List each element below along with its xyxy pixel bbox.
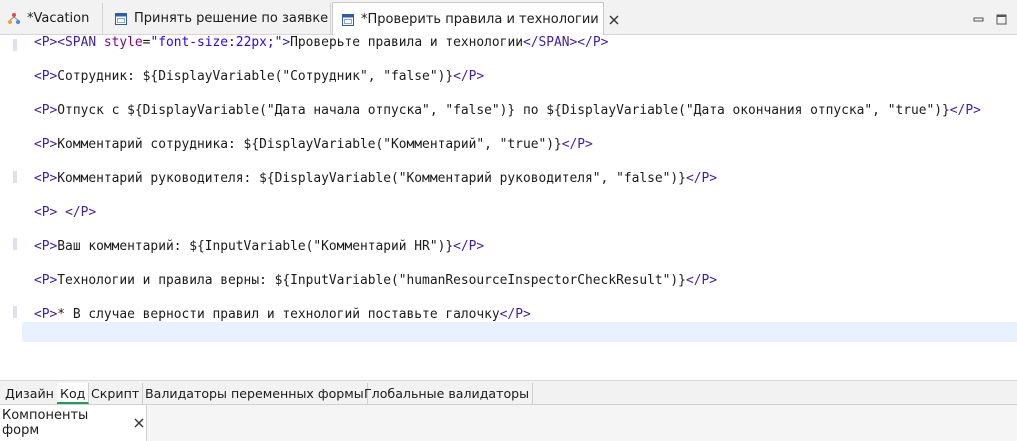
- tab-code[interactable]: Код: [57, 383, 90, 404]
- code-tag: <P>: [34, 273, 58, 288]
- tab-label: Принять решение по заявке: [134, 11, 329, 26]
- code-text: Комментарий руководителя: ${DisplayVaria…: [57, 171, 686, 186]
- close-icon[interactable]: [132, 416, 146, 430]
- form-icon: [341, 13, 355, 27]
- tab-design[interactable]: Дизайн: [2, 383, 58, 404]
- code-attribute: style: [103, 35, 143, 50]
- code-tag: <P>: [34, 239, 58, 254]
- code-text: * В случае верности правил и технологий …: [57, 307, 500, 322]
- code-line[interactable]: <P>Ваш комментарий: ${InputVariable("Ком…: [34, 237, 484, 257]
- tab-form-components[interactable]: Компоненты форм: [0, 405, 147, 441]
- code-text: Сотрудник: ${DisplayVariable("Сотрудник"…: [57, 69, 454, 84]
- process-icon: [7, 12, 21, 26]
- line-change-marker: [13, 238, 17, 250]
- minimize-icon[interactable]: [973, 10, 984, 22]
- tab-label: *Vacation: [27, 11, 90, 26]
- line-change-marker: [13, 39, 17, 51]
- editor-mode-tabs: Дизайн Код Скрипт Валидаторы переменных …: [0, 380, 1017, 404]
- code-tag: </P>: [685, 171, 717, 186]
- tab-variable-validators[interactable]: Валидаторы переменных формы: [142, 383, 368, 404]
- code-tag: </P>: [65, 205, 97, 220]
- code-line[interactable]: <P>* В случае верности правил и технолог…: [34, 305, 531, 325]
- code-tag: <P>: [34, 307, 58, 322]
- code-tag: <P>: [34, 205, 58, 220]
- tab-label: *Проверить правила и технологии: [361, 12, 599, 27]
- code-tag: >: [282, 35, 291, 50]
- code-text: Отпуск с ${DisplayVariable("Дата начала …: [57, 103, 950, 118]
- code-tag: </P>: [561, 137, 593, 152]
- view-controls: [973, 10, 1007, 25]
- code-tag: <P>: [34, 137, 58, 152]
- tab-accept-decision[interactable]: Принять решение по заявке: [105, 3, 331, 34]
- tab-script[interactable]: Скрипт: [88, 383, 144, 404]
- code-attr-value: "font-size:22px;": [150, 35, 283, 50]
- code-line[interactable]: <P><SPAN style="font-size:22px;">Проверь…: [34, 35, 608, 53]
- code-text: Технологии и правила верны: ${InputVaria…: [57, 273, 686, 288]
- editor-ruler: [0, 35, 22, 380]
- code-editor[interactable]: <P><SPAN style="font-size:22px;">Проверь…: [0, 35, 1017, 380]
- code-text: Комментарий сотрудника: ${DisplayVariabl…: [57, 137, 562, 152]
- code-line[interactable]: <P> </P>: [34, 203, 96, 223]
- code-tag: </P>: [453, 69, 485, 84]
- code-text: Проверьте правила и технологии: [290, 35, 523, 50]
- current-line-highlight: [22, 322, 1017, 342]
- line-change-marker: [13, 306, 17, 318]
- line-change-marker: [13, 171, 17, 183]
- code-tag: <P>: [34, 171, 58, 186]
- form-components-panel: Компоненты форм: [0, 404, 1017, 441]
- code-text: Ваш комментарий: ${InputVariable("Коммен…: [57, 239, 454, 254]
- code-tag: </P>: [453, 239, 485, 254]
- code-line[interactable]: <P>Отпуск с ${DisplayVariable("Дата нача…: [34, 101, 981, 121]
- tab-vacation[interactable]: *Vacation: [0, 3, 103, 34]
- code-tag: <P><SPAN: [34, 35, 104, 50]
- code-line[interactable]: <P>Технологии и правила верны: ${InputVa…: [34, 271, 717, 291]
- close-icon[interactable]: [607, 13, 621, 27]
- code-tag: </P>: [499, 307, 531, 322]
- code-tag: </P>: [949, 103, 981, 118]
- code-tag: </SPAN></P>: [522, 35, 609, 50]
- tab-check-rules[interactable]: *Проверить правила и технологии: [332, 2, 619, 36]
- form-icon: [114, 12, 128, 26]
- editor-tab-bar: *Vacation Принять решение по заявке *Про…: [0, 0, 1017, 36]
- tab-global-validators[interactable]: Глобальные валидаторы: [361, 383, 534, 404]
- code-tag: <P>: [34, 103, 58, 118]
- code-tag: <P>: [34, 69, 58, 84]
- panel-title: Компоненты форм: [2, 408, 89, 438]
- code-line[interactable]: <P>Комментарий руководителя: ${DisplayVa…: [34, 169, 717, 189]
- code-line[interactable]: <P>Сотрудник: ${DisplayVariable("Сотрудн…: [34, 67, 484, 87]
- code-tag: </P>: [685, 273, 717, 288]
- maximize-icon[interactable]: [996, 10, 1007, 25]
- code-line[interactable]: <P>Комментарий сотрудника: ${DisplayVari…: [34, 135, 593, 155]
